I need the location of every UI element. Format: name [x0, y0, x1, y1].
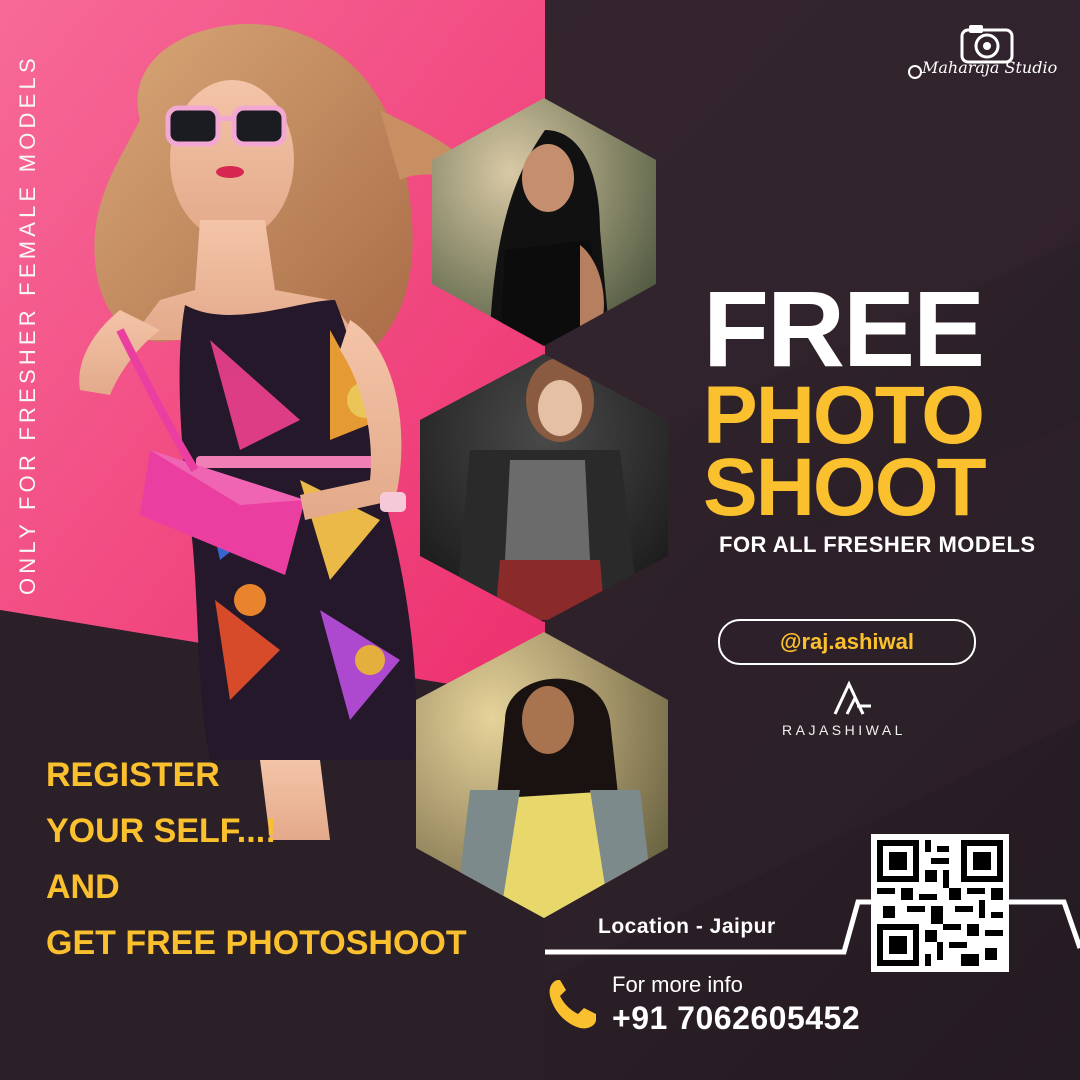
phone-icon [549, 980, 596, 1029]
poster: Maharaja Studio ONLY FOR FRESHER FEMALE … [0, 0, 1080, 1080]
register-line-3: AND [46, 868, 120, 906]
instagram-handle[interactable]: @raj.ashiwal [718, 619, 976, 665]
headline-shoot: SHOOT [703, 442, 987, 533]
register-line-1: REGISTER [46, 756, 220, 794]
vertical-tagline: ONLY FOR FRESHER FEMALE MODELS [15, 54, 40, 595]
qr-code[interactable] [871, 834, 1009, 972]
brand-logo-icon [833, 680, 871, 715]
more-info-label: For more info [612, 972, 743, 997]
qr-code-pattern [877, 840, 1003, 966]
register-line-4: GET FREE PHOTOSHOOT [46, 924, 467, 962]
headline: FREE PHOTO SHOOT [703, 268, 1033, 533]
subheadline: FOR ALL FRESHER MODELS [719, 532, 1036, 557]
register-line-2: YOUR SELF...! [46, 812, 277, 850]
brand-name: RAJASHIWAL [782, 722, 906, 738]
studio-name: Maharaja Studio [922, 58, 1058, 77]
register-callout: REGISTER YOUR SELF...! AND GET FREE PHOT… [46, 752, 467, 976]
phone-number[interactable]: +91 7062605452 [612, 1000, 860, 1037]
location-text: Location - Jaipur [598, 915, 776, 938]
headline-free: FREE [703, 268, 985, 389]
